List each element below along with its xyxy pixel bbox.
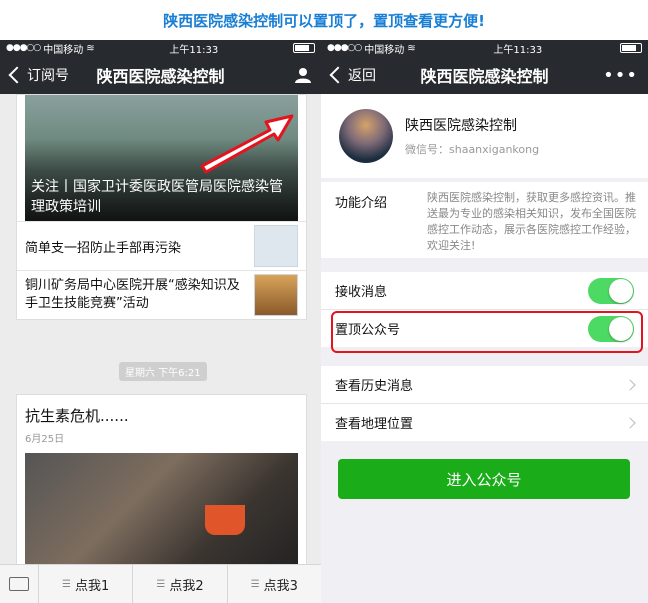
back-label: 返回: [348, 68, 376, 84]
back-button[interactable]: 返回: [321, 65, 376, 85]
left-phone-screen: ●●●○○ 中国移动 ≋ 上午11:33 订阅号 陕西医院感染控制 关注丨国家卫计委…: [0, 40, 321, 603]
back-label: 订阅号: [27, 68, 69, 84]
right-phone-screen: ●●●○○ 中国移动 ≋ 上午11:33 返回 陕西医院感染控制 ••• 陕西医院感…: [321, 40, 648, 603]
menu-icon: ☰: [156, 578, 166, 590]
timestamp-badge: 星期六 下午6:21: [119, 362, 207, 381]
status-bar: ●●●○○ 中国移动 ≋ 上午11:33: [0, 40, 321, 56]
account-name: 陕西医院感染控制: [405, 118, 517, 134]
receive-messages-toggle[interactable]: [588, 277, 634, 304]
receive-messages-row: 接收消息: [321, 272, 648, 309]
menu-icon: ☰: [250, 578, 260, 590]
article-item[interactable]: 简单支一招防止手部再污染: [17, 221, 306, 270]
article-title: 铜川矿务局中心医院开展“感染知识及手卫生技能竞赛”活动: [25, 278, 240, 311]
signal-icon: ●●●○○: [327, 43, 362, 53]
view-history-row[interactable]: 查看历史消息: [321, 366, 648, 403]
article-main-title: 关注丨国家卫计委医政医管局医院感染管理政策培训: [25, 173, 298, 221]
post-title: 抗生素危机......: [25, 407, 129, 425]
menu-item-2[interactable]: ☰ 点我2: [133, 565, 228, 603]
avatar: [339, 109, 393, 163]
article-title: 简单支一招防止手部再污染: [25, 240, 182, 256]
person-icon: [295, 68, 311, 83]
chevron-left-icon: [8, 66, 26, 84]
profile-button[interactable]: [295, 56, 311, 94]
more-icon: •••: [603, 64, 638, 86]
highlight-box: [331, 311, 643, 353]
nav-bar: 返回 陕西医院感染控制 •••: [321, 56, 648, 94]
carrier-label: 中国移动: [364, 44, 405, 56]
article-item[interactable]: 铜川矿务局中心医院开展“感染知识及手卫生技能竞赛”活动: [17, 270, 306, 319]
battery-icon: [292, 43, 315, 53]
nav-bar: 订阅号 陕西医院感染控制: [0, 56, 321, 94]
keyboard-icon: [9, 577, 29, 591]
post-image: [25, 453, 298, 573]
menu-bar: ☰ 点我1 ☰ 点我2 ☰ 点我3: [0, 564, 321, 603]
chevron-right-icon: [624, 378, 636, 391]
menu-item-3[interactable]: ☰ 点我3: [228, 565, 321, 603]
red-arrow-annotation: [200, 114, 294, 174]
more-button[interactable]: •••: [603, 56, 638, 94]
wifi-icon: ≋: [86, 42, 95, 54]
intro-text: 陕西医院感染控制，获取更多感控资讯。推送最为专业的感染相关知识，发布全国医院感控…: [427, 191, 636, 252]
article-thumbnail: [254, 274, 298, 316]
account-profile: 陕西医院感染控制 微信号：shaanxiganko​ng: [321, 94, 648, 178]
status-time: 上午11:33: [493, 44, 543, 56]
history-group: 查看历史消息 查看地理位置: [321, 366, 648, 441]
intro-section: 功能介绍 陕西医院感染控制，获取更多感控资讯。推送最为专业的感染相关知识，发布全…: [321, 182, 648, 258]
view-history-label: 查看历史消息: [335, 379, 414, 394]
intro-label: 功能介绍: [335, 196, 388, 211]
chevron-left-icon: [329, 66, 347, 84]
article-thumbnail: [254, 225, 298, 267]
signal-icon: ●●●○○: [6, 43, 41, 53]
wifi-icon: ≋: [407, 42, 416, 54]
post-date: 6月25日: [25, 434, 65, 445]
menu-item-1[interactable]: ☰ 点我1: [39, 565, 134, 603]
battery-icon: [619, 43, 642, 53]
view-location-row[interactable]: 查看地理位置: [321, 403, 648, 441]
chevron-right-icon: [624, 416, 636, 429]
keyboard-toggle-button[interactable]: [0, 565, 39, 603]
wechat-id: 微信号：shaanxiganko​ng: [405, 143, 540, 156]
enter-account-button[interactable]: 进入公众号: [338, 459, 630, 499]
back-button[interactable]: 订阅号: [0, 65, 69, 85]
receive-messages-label: 接收消息: [335, 285, 388, 300]
carrier-label: 中国移动: [43, 44, 84, 56]
view-location-label: 查看地理位置: [335, 417, 414, 432]
menu-icon: ☰: [62, 578, 71, 590]
status-time: 上午11:33: [169, 44, 219, 56]
banner-caption: 陕西医院感染控制可以置顶了，置顶查看更方便!: [163, 11, 485, 30]
status-bar: ●●●○○ 中国移动 ≋ 上午11:33: [321, 40, 648, 56]
